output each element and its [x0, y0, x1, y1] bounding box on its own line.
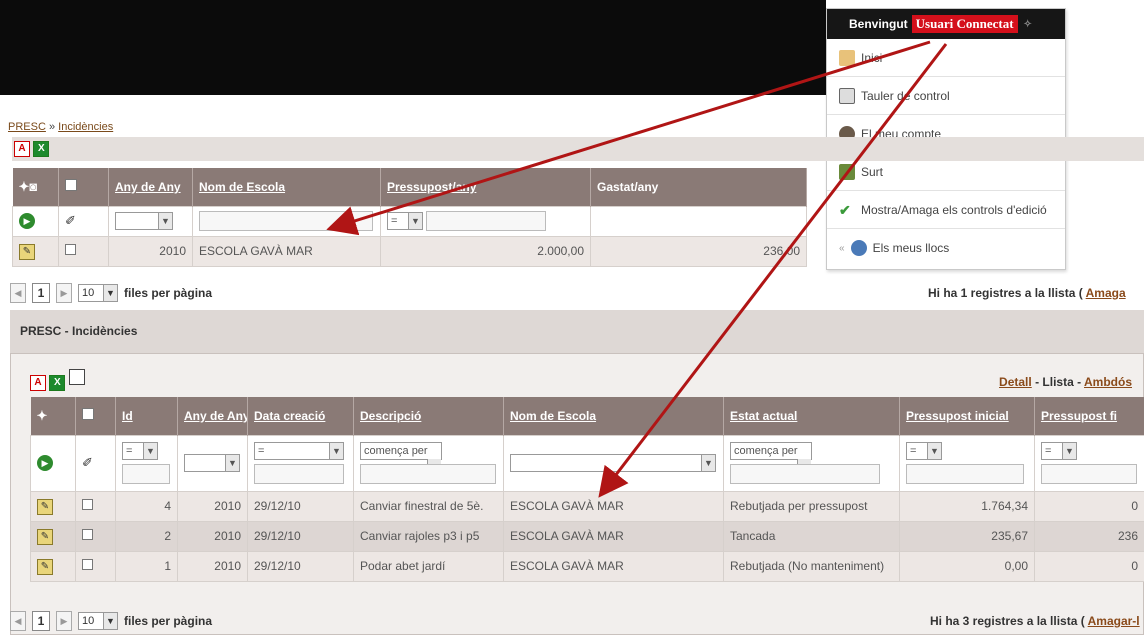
- annotation-arrows: [326, 40, 948, 498]
- arrow-to-bottom-filter: [598, 43, 948, 498]
- arrow-to-top-filter: [326, 40, 931, 236]
